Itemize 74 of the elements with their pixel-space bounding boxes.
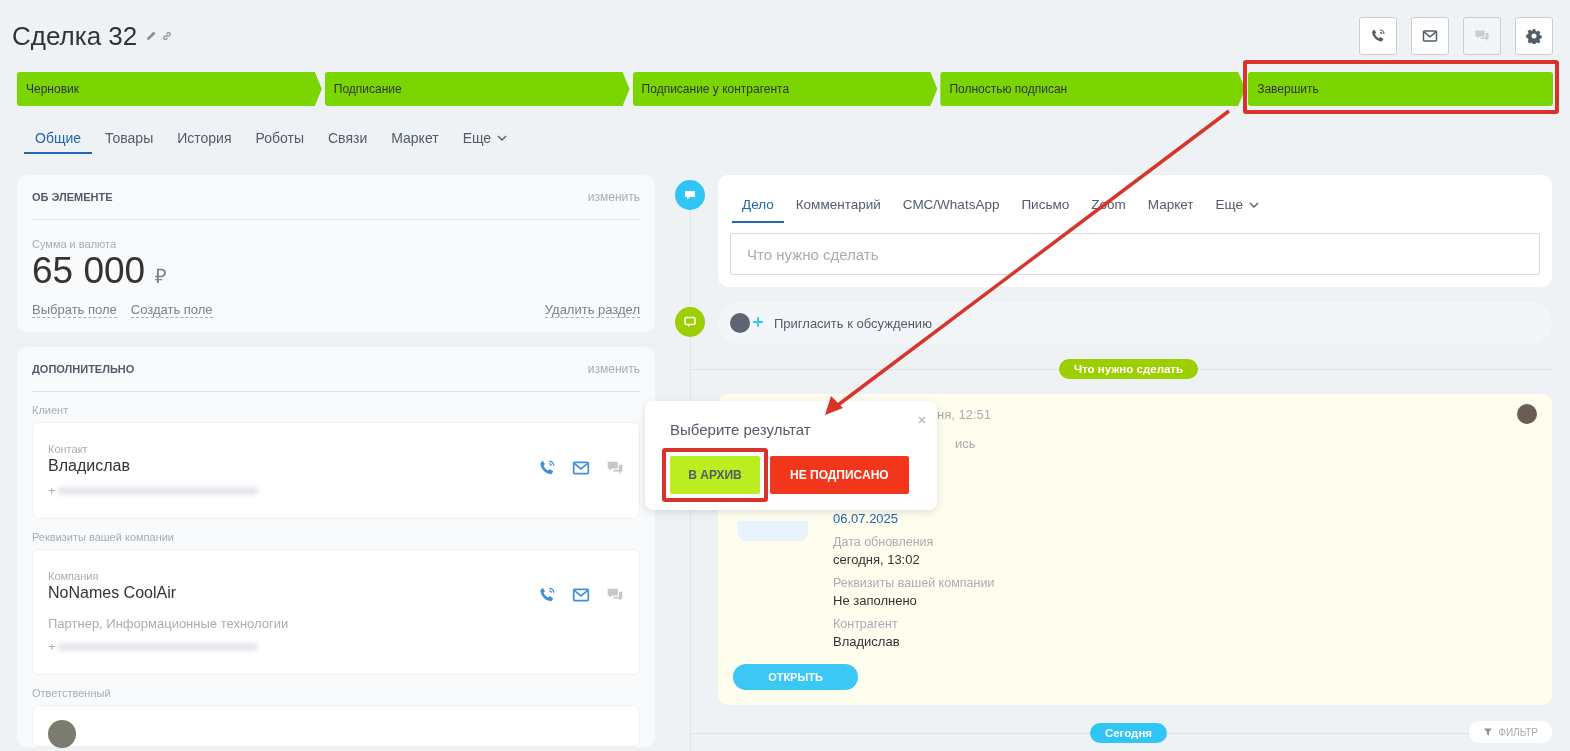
link-icon[interactable] <box>161 30 174 42</box>
stage-step[interactable]: Подписание у контрагента <box>632 72 938 106</box>
result-button[interactable]: В АРХИВ <box>670 456 760 494</box>
invite-bar[interactable]: Пригласить к обсуждению <box>718 302 1552 344</box>
tab[interactable]: История <box>166 124 243 154</box>
page-title: Сделка 32 <box>12 20 138 52</box>
stage-step[interactable]: Завершить <box>1248 72 1553 106</box>
phone-number: + <box>48 639 56 654</box>
comment-icon <box>675 180 705 210</box>
avatar <box>1517 404 1537 424</box>
field-label: Дата обновления <box>833 535 935 549</box>
entity-type: Контакт <box>48 443 89 455</box>
tab[interactable]: Товары <box>94 124 165 154</box>
avatar <box>730 313 750 333</box>
section-heading: ОБ ЭЛЕМЕНТЕ <box>32 191 113 203</box>
entity-name[interactable]: Владислав <box>48 457 258 475</box>
field-value: 06.07.2025 <box>833 511 900 526</box>
section-badge: Сегодня <box>1089 722 1168 743</box>
entity-name[interactable]: NoNames CoolAir <box>48 584 289 602</box>
field-label: Клиент <box>32 404 70 416</box>
activity-subtitle: ись <box>954 436 977 451</box>
chat-icon <box>675 307 705 337</box>
mail-button[interactable] <box>1411 17 1449 55</box>
phone-icon <box>1370 28 1386 44</box>
field-label: Сумма и валюта <box>32 238 118 250</box>
tab[interactable]: Еще <box>451 124 519 154</box>
mail-icon <box>572 459 590 477</box>
avatar <box>48 720 76 748</box>
field-label: Ответственный <box>32 687 112 699</box>
mail-icon <box>1422 28 1438 44</box>
invite-text: Пригласить к обсуждению <box>774 315 932 331</box>
pencil-icon[interactable] <box>145 30 158 42</box>
field-value: Не заполнено <box>833 593 918 608</box>
settings-icon <box>1526 28 1542 44</box>
field-link[interactable]: Выбрать поле <box>32 302 117 318</box>
stage-step[interactable]: Подписание <box>324 72 630 106</box>
result-button[interactable]: НЕ ПОДПИСАНО <box>770 456 909 494</box>
phone-icon <box>538 586 556 604</box>
phone-icon <box>538 459 556 477</box>
composer-tab[interactable]: Комментарий <box>785 188 891 223</box>
composer-tab[interactable]: СМС/WhatsApp <box>892 188 1010 223</box>
settings-button[interactable] <box>1515 17 1553 55</box>
currency-sign: ₽ <box>155 264 168 289</box>
tab[interactable]: Маркет <box>380 124 450 154</box>
field-link[interactable]: Создать поле <box>130 302 213 318</box>
stage-step[interactable]: Полностью подписан <box>940 72 1246 106</box>
tab[interactable]: Роботы <box>244 124 315 154</box>
add-icon <box>752 316 766 330</box>
tab[interactable]: Общие <box>24 124 93 154</box>
field-label: Контрагент <box>833 617 899 631</box>
filter-icon <box>1483 727 1494 737</box>
composer-tab[interactable]: Письмо <box>1011 188 1080 223</box>
composer-tab[interactable]: Еще <box>1205 188 1269 223</box>
composer-tab[interactable]: Дело <box>732 188 784 223</box>
close-icon[interactable] <box>917 415 927 425</box>
field-value: сегодня, 13:02 <box>833 552 921 567</box>
composer-tab[interactable]: Маркет <box>1137 188 1204 223</box>
field-label: Реквизиты вашей компании <box>833 576 995 590</box>
todo-input[interactable]: Что нужно сделать <box>730 233 1540 275</box>
stage-step[interactable]: Черновик <box>17 72 322 106</box>
phone-number: + <box>48 483 56 498</box>
field-label: Реквизиты вашей компании <box>32 531 175 543</box>
section-heading: ДОПОЛНИТЕЛЬНО <box>32 363 135 375</box>
phone-button[interactable] <box>1359 17 1397 55</box>
tab[interactable]: Связи <box>317 124 379 154</box>
delete-section-link[interactable]: Удалить раздел <box>544 302 640 318</box>
entity-type: Компания <box>48 570 100 582</box>
mail-icon <box>572 586 590 604</box>
field-value: Владислав <box>833 634 901 649</box>
section-badge: Что нужно сделать <box>1058 359 1199 379</box>
popup-title: Выберите результат <box>670 421 812 438</box>
entity-details: Партнер, Информационные технологии <box>48 616 289 631</box>
amount-value: 65 000 <box>32 250 146 292</box>
activity-time: ня, 12:51 <box>937 406 991 422</box>
